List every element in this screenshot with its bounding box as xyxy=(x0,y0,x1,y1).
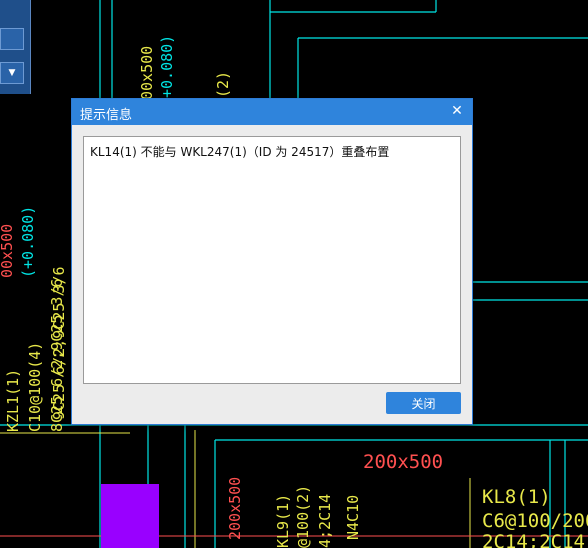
kzl-name-label: KZL1(1) xyxy=(4,369,22,432)
kzl-rebar-label: 8C25 6/2;9C25 3/6 xyxy=(48,278,66,432)
message-text: KL14(1) 不能与 WKL247(1)（ID 为 24517）重叠布置 xyxy=(90,145,390,159)
side-panel: ▼ xyxy=(0,0,31,94)
kl9-stirrup-label: @100(2) xyxy=(294,485,312,548)
kl9-section-label: 200x500 xyxy=(226,477,244,540)
dialog-title: 提示信息 xyxy=(80,108,133,123)
kl8-rebar-label: 2C14;2C14 xyxy=(482,531,585,548)
top-section-label: 00x500 xyxy=(138,46,156,100)
dialog-titlebar[interactable]: 提示信息 ✕ xyxy=(72,99,472,125)
info-dialog: 提示信息 ✕ KL14(1) 不能与 WKL247(1)（ID 为 24517）… xyxy=(71,98,473,425)
kl9-n-label: N4C10 xyxy=(344,495,362,540)
kl-partial-label: (2) xyxy=(214,71,232,98)
message-box: KL14(1) 不能与 WKL247(1)（ID 为 24517）重叠布置 xyxy=(83,136,461,384)
chevron-down-icon: ▼ xyxy=(8,68,16,78)
left-elev-label: (+0.080) xyxy=(19,206,37,278)
column-block xyxy=(101,484,159,548)
kl9-name-label: KL9(1) xyxy=(274,494,292,548)
side-panel-dropdown[interactable]: ▼ xyxy=(0,62,24,84)
beam-section-label: 200x500 xyxy=(363,451,443,473)
kl8-stirrup-label: C6@100/200(2) xyxy=(482,510,588,532)
top-elev-label: +0.080) xyxy=(158,35,176,98)
kl8-name-label: KL8(1) xyxy=(482,486,551,508)
left-section-label: 00x500 xyxy=(0,224,16,278)
kl9-rebar-label: 4;2C14 xyxy=(316,494,334,548)
side-panel-button[interactable] xyxy=(0,28,24,50)
close-icon[interactable]: ✕ xyxy=(448,102,466,120)
kzl-stirrup-label: C10@100(4) xyxy=(26,342,44,432)
close-button[interactable]: 关闭 xyxy=(386,392,461,414)
